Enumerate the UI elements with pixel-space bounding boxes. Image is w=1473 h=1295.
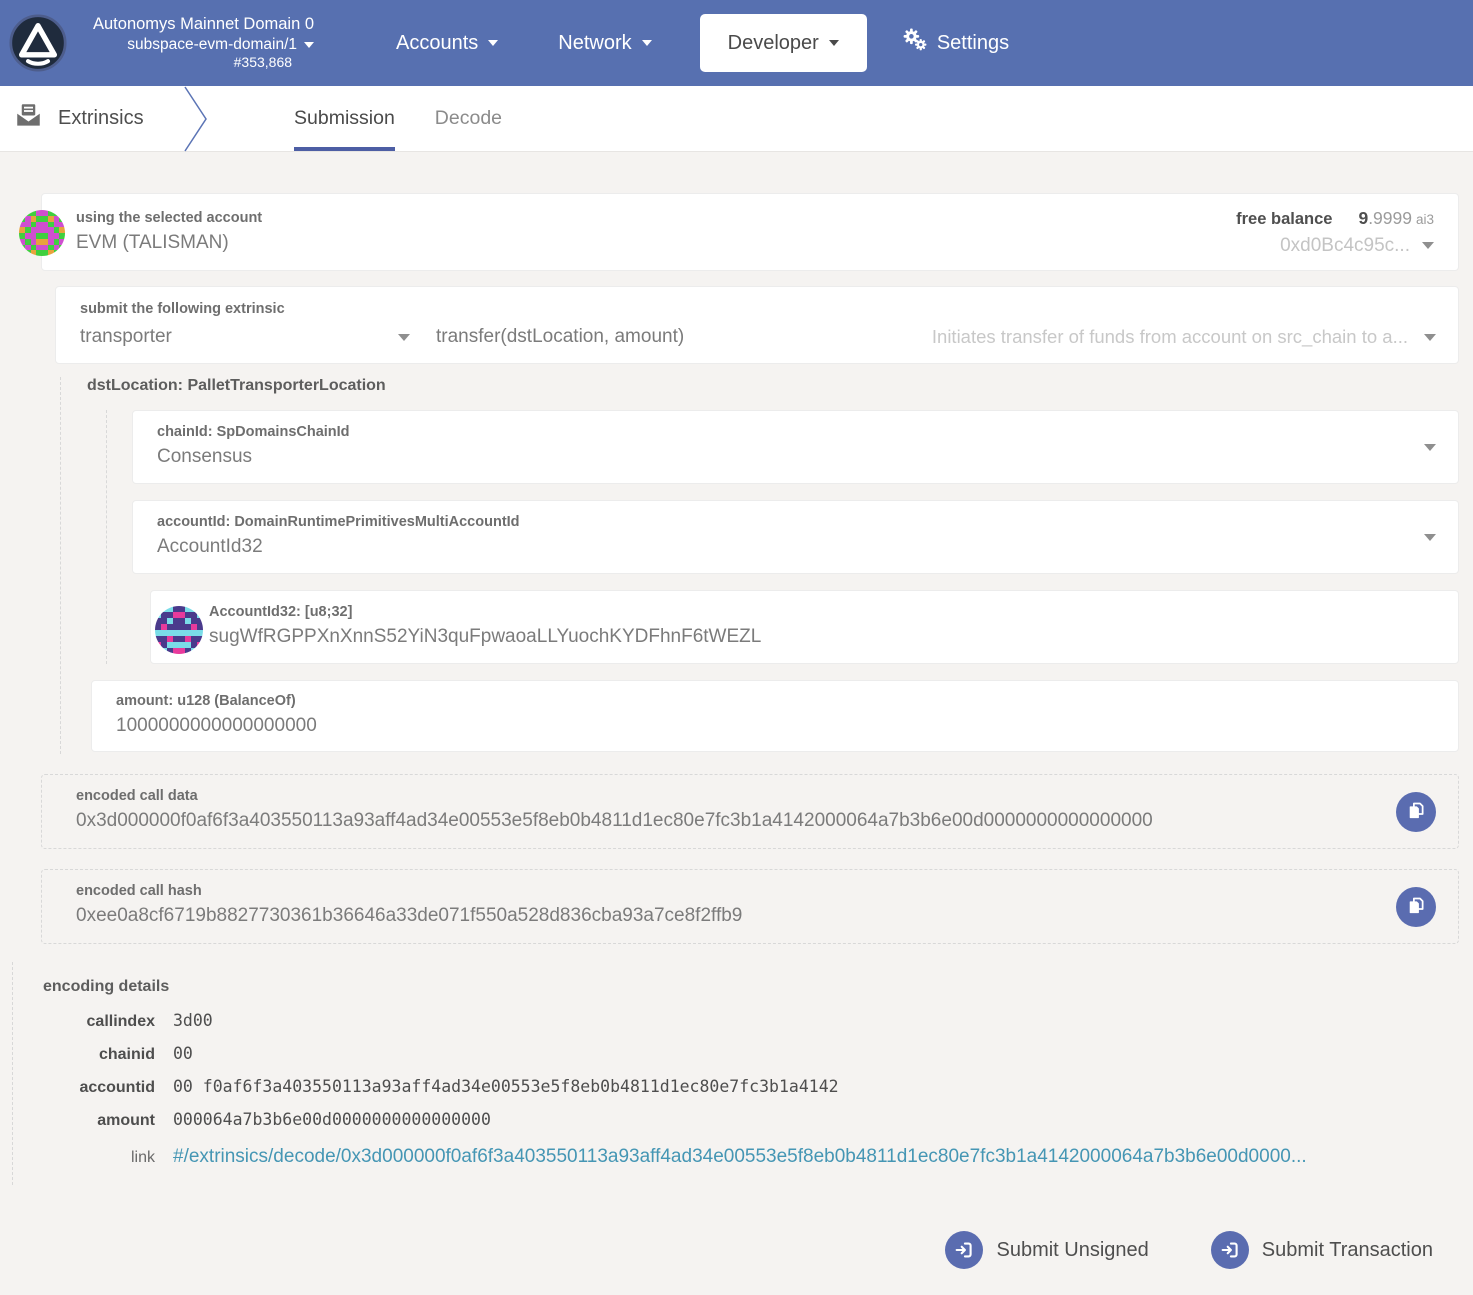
sign-in-icon xyxy=(945,1231,984,1269)
account-select-label: using the selected account xyxy=(76,210,263,226)
encoding-row-link: link #/extrinsics/decode/0x3d000000f0af6… xyxy=(130,1146,1307,1168)
gears-icon xyxy=(901,27,928,60)
extrinsics-form: using the selected account EVM (TALISMAN… xyxy=(0,152,1473,1295)
pallet-select[interactable]: transporter xyxy=(80,326,436,348)
method-description: Initiates transfer of funds from account… xyxy=(932,326,1436,348)
accountid32-identicon[interactable] xyxy=(155,606,203,654)
chainid-value: Consensus xyxy=(157,446,253,467)
encoding-row-chainid: chainid 00 xyxy=(98,1044,193,1063)
chevron-down-icon xyxy=(828,40,839,46)
encoded-call-data-value: 0x3d000000f0af6f3a403550113a93aff4ad34e0… xyxy=(76,810,1153,831)
extrinsic-select-label: submit the following extrinsic xyxy=(80,301,285,317)
encoding-row-amount: amount 000064a7b3b6e00d0000000000000000 xyxy=(97,1110,491,1129)
encoding-row-callindex: callindex 3d00 xyxy=(86,1011,213,1030)
section-chevron-divider xyxy=(184,86,207,152)
tab-decode[interactable]: Decode xyxy=(415,86,522,151)
copy-icon xyxy=(1406,895,1427,919)
tabs: Submission Decode xyxy=(274,86,522,151)
autonomys-logo[interactable] xyxy=(9,14,67,72)
param-dstlocation-label: dstLocation: PalletTransporterLocation xyxy=(87,377,386,394)
chain-domain: subspace-evm-domain/1 xyxy=(127,35,298,53)
mail-inbox-icon xyxy=(15,102,42,135)
tab-submission[interactable]: Submission xyxy=(274,86,415,151)
accountid-value: AccountId32 xyxy=(157,536,263,557)
account-identicon[interactable] xyxy=(19,210,65,256)
account-address-short[interactable]: 0xd0Bc4c95c... xyxy=(1236,235,1434,257)
chevron-down-icon[interactable] xyxy=(1422,242,1434,249)
params-group: dstLocation: PalletTransporterLocation c… xyxy=(60,377,1459,754)
chevron-down-icon[interactable] xyxy=(1424,444,1436,451)
param-amount-input[interactable]: amount: u128 (BalanceOf) 100000000000000… xyxy=(91,680,1459,752)
param-accountid32-input[interactable]: AccountId32: [u8;32] sugWfRGPPXnXnnS52Yi… xyxy=(150,590,1459,664)
section-extrinsics: Extrinsics xyxy=(0,86,182,151)
nav-developer[interactable]: Developer xyxy=(699,14,867,72)
accountid32-value: sugWfRGPPXnXnnS52YiN3quFpwaoaLLYuochKYDF… xyxy=(209,626,762,647)
chain-selector[interactable]: Autonomys Mainnet Domain 0 subspace-evm-… xyxy=(93,14,315,72)
dstlocation-children: chainId: SpDomainsChainId Consensus acco… xyxy=(106,410,1459,664)
encoded-call-hash-value: 0xee0a8cf6719b8827730361b36646a33de071f5… xyxy=(76,905,743,926)
param-accountid-select[interactable]: accountId: DomainRuntimePrimitivesMultiA… xyxy=(132,500,1459,574)
top-nav: Accounts Network Developer Settings xyxy=(366,14,1039,72)
submit-actions: Submit Unsigned Submit Transaction xyxy=(41,1231,1433,1295)
encoded-call-data: encoded call data 0x3d000000f0af6f3a4035… xyxy=(41,774,1459,849)
submit-transaction-button[interactable]: Submit Transaction xyxy=(1210,1231,1433,1269)
amount-value: 1000000000000000000 xyxy=(116,715,317,736)
chevron-down-icon[interactable] xyxy=(1424,534,1436,541)
copy-call-hash-button[interactable] xyxy=(1396,886,1436,927)
block-number: #353,868 xyxy=(233,54,293,71)
accountid-children: AccountId32: [u8;32] sugWfRGPPXnXnnS52Yi… xyxy=(150,590,1459,664)
encoding-details: encoding details callindex 3d00 chainid … xyxy=(12,962,1459,1185)
tab-bar: Extrinsics Submission Decode xyxy=(0,86,1473,152)
pallet-name: transporter xyxy=(80,326,172,347)
encoding-row-accountid: accountid 00 f0af6f3a403550113a93aff4ad3… xyxy=(79,1077,839,1096)
submit-unsigned-button[interactable]: Submit Unsigned xyxy=(945,1231,1149,1269)
sign-in-icon xyxy=(1210,1231,1249,1269)
chevron-down-icon xyxy=(641,40,652,46)
app-header: Autonomys Mainnet Domain 0 subspace-evm-… xyxy=(0,0,1473,86)
free-balance: free balance 9.9999 ai3 xyxy=(1236,207,1434,228)
chevron-down-icon xyxy=(488,40,499,46)
encoded-call-hash: encoded call hash 0xee0a8cf6719b88277303… xyxy=(41,869,1459,944)
nav-settings[interactable]: Settings xyxy=(871,14,1039,72)
copy-icon xyxy=(1406,800,1427,824)
copy-call-data-button[interactable] xyxy=(1396,791,1436,832)
param-chainid-select[interactable]: chainId: SpDomainsChainId Consensus xyxy=(132,410,1459,484)
nav-network[interactable]: Network xyxy=(528,14,681,72)
section-label: Extrinsics xyxy=(58,107,144,129)
method-select[interactable]: transfer(dstLocation, amount) xyxy=(436,326,684,348)
chevron-down-icon[interactable] xyxy=(304,41,315,48)
chevron-down-icon[interactable] xyxy=(398,333,410,341)
nav-accounts[interactable]: Accounts xyxy=(366,14,528,72)
decode-link[interactable]: #/extrinsics/decode/0x3d000000f0af6f3a40… xyxy=(173,1146,1307,1168)
chevron-down-icon[interactable] xyxy=(1424,333,1436,341)
extrinsic-select: submit the following extrinsic transport… xyxy=(55,286,1459,364)
chain-name: Autonomys Mainnet Domain 0 xyxy=(93,15,315,34)
account-name: EVM (TALISMAN) xyxy=(76,232,229,253)
account-select[interactable]: using the selected account EVM (TALISMAN… xyxy=(19,193,1459,271)
